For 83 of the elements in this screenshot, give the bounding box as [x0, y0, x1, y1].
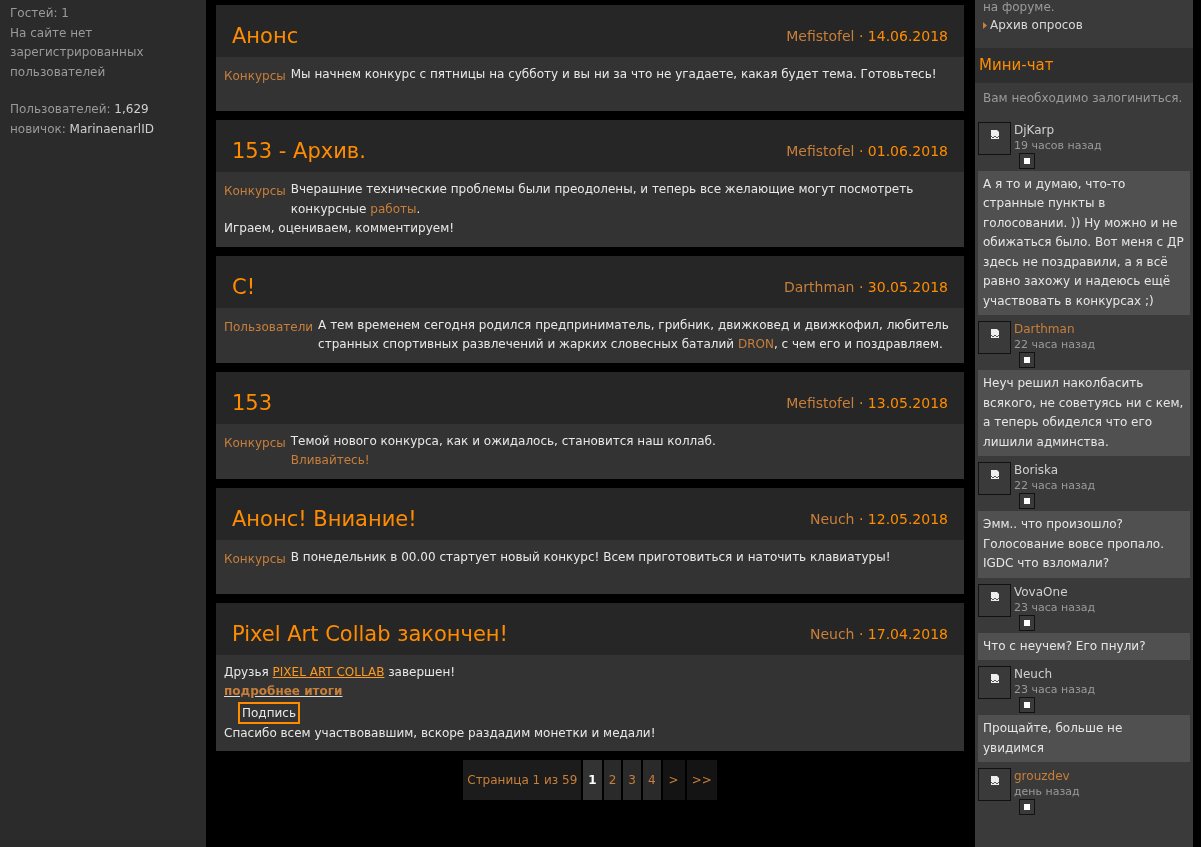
stat-label: новичок: [10, 121, 66, 136]
category-link[interactable]: Пользователи [224, 315, 319, 354]
post-text: Темой нового конкурса, как и ожидалось, становится наш коллаб. [290, 433, 716, 448]
post-author[interactable]: Neuch [809, 510, 855, 527]
chat-message: Что с неучем? Его пнули? [978, 632, 1190, 660]
broken-image-icon [989, 470, 1000, 480]
category-link[interactable]: Конкурсы [224, 547, 291, 586]
broken-image-icon [989, 776, 1000, 786]
link[interactable]: Вливайтесь! [290, 453, 370, 467]
checkbox-icon[interactable] [1019, 614, 1035, 631]
post-date: · 30.05.2018 [857, 278, 948, 295]
chat-author[interactable]: Neuch [1014, 666, 1096, 683]
checkbox-icon[interactable] [1019, 799, 1035, 815]
online-info: На сайте нет зарегистрированных пользователей [10, 24, 145, 81]
post-date: · 12.05.2018 [857, 510, 948, 527]
page-indicator: Страница 1 из 59 [463, 760, 582, 800]
last-page-link[interactable]: >> [686, 760, 717, 800]
category-link[interactable]: Конкурсы [224, 431, 291, 470]
chat-time: 23 часа назад [1014, 683, 1096, 697]
bullet-icon [983, 21, 987, 29]
chat-time: 19 часов назад [1014, 138, 1102, 153]
stat-value: MarinaenarlID [69, 121, 154, 136]
post-text: А тем временем сегодня родился предприниматель, грибник, движковед и движкофил, любитель странных спортивных развлечений и жарких словесных баталий DRON, с чем его и поздравляем. [318, 317, 949, 351]
post-author[interactable]: Darthman [783, 278, 855, 295]
chat-message: Прощайте, больше не увидимся [978, 715, 1190, 762]
link[interactable]: PIXEL ART COLLAB [272, 664, 385, 679]
post-date: · 13.05.2018 [857, 394, 948, 411]
post-text: Спасибо всем участвовавшим, вскоре раздадим монетки и медали! [224, 725, 656, 740]
post-title[interactable]: С! [232, 271, 256, 302]
chat-time: 23 часа назад [1014, 600, 1096, 615]
broken-image-icon [989, 329, 1000, 339]
next-page-link[interactable]: > [662, 760, 685, 800]
broken-image-icon [989, 674, 1000, 684]
chat-time: день назад [1014, 785, 1080, 799]
post-author[interactable]: Mefistofel [786, 143, 855, 159]
post-author[interactable]: Mefistofel [786, 28, 855, 44]
chat-message: Неуч решил наколбасить всякого, не советуясь ни с кем, а теперь обиделся что его лишили админства. [978, 370, 1190, 456]
chat-author[interactable]: Boriska [1014, 462, 1096, 479]
post-title[interactable]: Анонс! Вниание! [232, 503, 417, 534]
page-link[interactable]: 4 [642, 760, 661, 800]
login-note: Вам необходимо залогиниться. [982, 89, 1184, 107]
checkbox-icon[interactable] [1019, 352, 1035, 368]
post-author[interactable]: Mefistofel [786, 394, 855, 411]
link[interactable]: подробнее итоги [224, 684, 343, 698]
checkbox-icon[interactable] [1019, 697, 1035, 713]
checkbox-icon[interactable] [1019, 493, 1035, 509]
post-text: Мы начнем конкурс с пятницы на субботу и вы ни за что не угадаете, какая будет тема. Готовьтесь! [290, 67, 937, 81]
broken-image-icon [989, 591, 1000, 602]
stat-value: 1,629 [114, 102, 149, 116]
post-title[interactable]: 153 - Архив. [232, 136, 366, 166]
page-link[interactable]: 1 [583, 760, 602, 800]
post-text: В понедельник в 00.00 стартует новый конкурс! Всем приготовиться и наточить клавиатуры! [290, 549, 891, 564]
category-link[interactable]: Конкурсы [224, 180, 291, 218]
post-title[interactable]: Анонс [232, 21, 299, 51]
post-date: · 01.06.2018 [857, 143, 948, 159]
page-link[interactable]: 3 [623, 760, 641, 800]
broken-image-icon [989, 129, 1000, 140]
chat-author[interactable]: Darthman [1014, 321, 1096, 338]
online-info: Гостей: 1 [10, 5, 70, 22]
chat-time: 22 часа назад [1014, 338, 1096, 352]
stat-label: Пользователей: [10, 102, 111, 116]
category-link[interactable]: Конкурсы [224, 65, 291, 103]
post-text: Друзья PIXEL ART COLLAB завершен! [224, 664, 456, 679]
link[interactable]: DRON [737, 337, 774, 351]
page-link[interactable]: 2 [603, 760, 622, 800]
checkbox-icon[interactable] [1019, 152, 1035, 169]
post-text: Вчерашние технические проблемы были преодолены, и теперь все желающие могут посмотреть конкурсные работы. [290, 182, 914, 216]
chat-message: А я то и думаю, что-то странные пункты в голосовании. )) Ну можно и не обижаться было. Вот меня с ДР здесь не поздравили, а я всё равно захожу и надеюсь ещё участвовать в конкурсах ;) [978, 170, 1190, 315]
post-date: · 14.06.2018 [857, 28, 948, 44]
chat-time: 22 часа назад [1014, 479, 1096, 493]
chat-author[interactable]: DjKarp [1014, 121, 1102, 139]
chat-message: Эмм.. что произошло? Голосование вовсе пропало. IGDC что взломали? [978, 511, 1190, 578]
chat-author[interactable]: VovaOne [1014, 583, 1096, 601]
poll-info: на форуме. [983, 0, 1055, 14]
post-date: · 17.04.2018 [857, 625, 948, 642]
post-title[interactable]: Pixel Art Collab закончен! [232, 618, 508, 649]
post-text: Играем, оцениваем, комментируем! [224, 221, 455, 235]
archive-link[interactable]: Архив опросов [990, 16, 1083, 34]
signature-label: Подпись [238, 701, 300, 724]
post-author[interactable]: Neuch [809, 625, 855, 642]
chat-author[interactable]: grouzdev [1014, 768, 1080, 785]
chat-header: Мини-чат [975, 48, 1193, 83]
post-title[interactable]: 153 [232, 387, 273, 418]
